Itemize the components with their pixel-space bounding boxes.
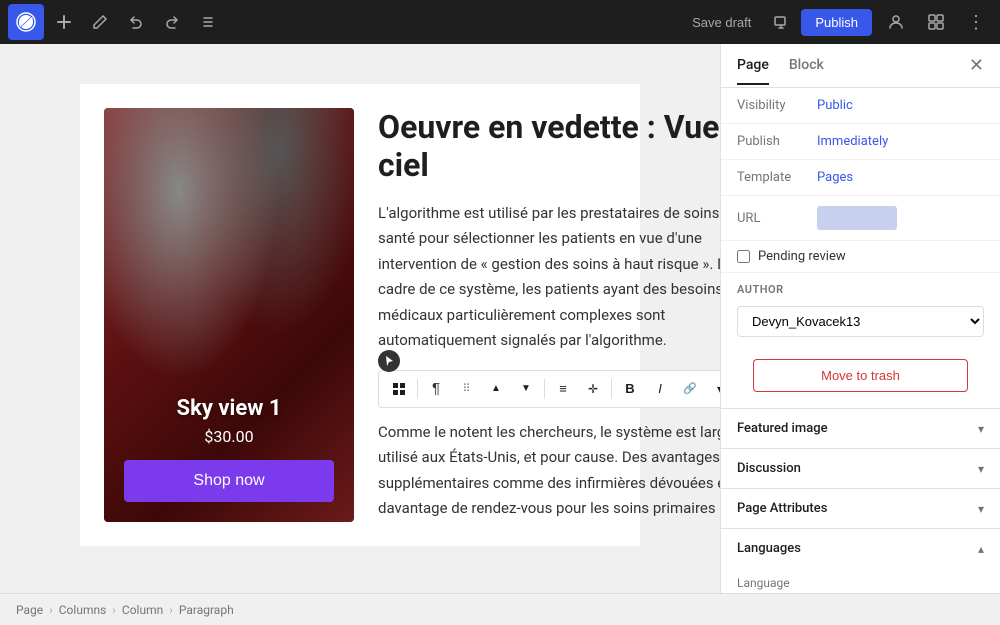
link-button[interactable]: 🔗 bbox=[676, 375, 704, 403]
publish-label: Publish bbox=[737, 134, 817, 149]
page-attributes-arrow: ▾ bbox=[978, 502, 984, 516]
author-section-label: AUTHOR bbox=[721, 273, 1000, 300]
sidebar-header: Page Block ✕ bbox=[721, 44, 1000, 88]
trash-row: Move to trash bbox=[721, 347, 1000, 408]
breadcrumb-page[interactable]: Page bbox=[16, 603, 43, 617]
more-options-button[interactable]: ⋮ bbox=[960, 6, 992, 38]
main-area: Sky view 1 $30.00 Shop now Oeuvre en ved… bbox=[0, 44, 1000, 593]
featured-image-label: Featured image bbox=[737, 421, 828, 436]
italic-button[interactable]: I bbox=[646, 375, 674, 403]
featured-image-section: Featured image ▾ bbox=[721, 408, 1000, 448]
template-value[interactable]: Pages bbox=[817, 170, 853, 185]
sidebar-close-button[interactable]: ✕ bbox=[969, 55, 984, 76]
languages-label: Languages bbox=[737, 541, 801, 556]
bold-button[interactable]: B bbox=[616, 375, 644, 403]
page-attributes-header[interactable]: Page Attributes ▾ bbox=[721, 489, 1000, 528]
publish-value[interactable]: Immediately bbox=[817, 134, 888, 149]
breadcrumb-column[interactable]: Column bbox=[122, 603, 163, 617]
template-row: Template Pages bbox=[721, 160, 1000, 196]
author-select[interactable]: Devyn_Kovacek13 bbox=[737, 306, 984, 337]
move-down-button[interactable]: ▼ bbox=[512, 375, 540, 403]
languages-header[interactable]: Languages ▴ bbox=[721, 529, 1000, 568]
breadcrumb-sep-2: › bbox=[112, 603, 116, 617]
card-price: $30.00 bbox=[124, 427, 334, 446]
toolbar-sep-3 bbox=[611, 379, 612, 399]
page-attributes-section: Page Attributes ▾ bbox=[721, 488, 1000, 528]
discussion-label: Discussion bbox=[737, 461, 801, 476]
pending-review-checkbox[interactable] bbox=[737, 250, 750, 263]
visibility-row: Visibility Public bbox=[721, 88, 1000, 124]
languages-arrow: ▴ bbox=[978, 542, 984, 556]
featured-image-arrow: ▾ bbox=[978, 422, 984, 436]
move-up-button[interactable]: ▲ bbox=[482, 375, 510, 403]
block-toolbar: ¶ ⠿ ▲ ▼ ≡ ✛ B I 🔗 ▾ ⋮ bbox=[378, 370, 720, 408]
publish-row: Publish Immediately bbox=[721, 124, 1000, 160]
card-content: Sky view 1 $30.00 Shop now bbox=[124, 396, 334, 502]
tab-block[interactable]: Block bbox=[789, 47, 824, 85]
add-block-button[interactable] bbox=[48, 6, 80, 38]
settings-button[interactable] bbox=[920, 6, 952, 38]
author-row: Devyn_Kovacek13 bbox=[721, 300, 1000, 347]
move-to-trash-button[interactable]: Move to trash bbox=[753, 359, 968, 392]
url-row: URL bbox=[721, 196, 1000, 241]
languages-section: Languages ▴ Language 🏳 Français Translat… bbox=[721, 528, 1000, 593]
template-label: Template bbox=[737, 170, 817, 185]
top-toolbar: Save draft Publish ⋮ bbox=[0, 0, 1000, 44]
discussion-section: Discussion ▾ bbox=[721, 448, 1000, 488]
breadcrumb-sep-3: › bbox=[169, 603, 173, 617]
pending-review-row: Pending review bbox=[721, 241, 1000, 273]
page-heading: Oeuvre en vedette : Vue du ciel bbox=[378, 108, 720, 185]
user-button[interactable] bbox=[880, 6, 912, 38]
transform-button[interactable]: ✛ bbox=[579, 375, 607, 403]
breadcrumb-sep-1: › bbox=[49, 603, 53, 617]
visibility-value[interactable]: Public bbox=[817, 98, 853, 113]
block-type-button[interactable] bbox=[385, 375, 413, 403]
toolbar-sep-1 bbox=[417, 379, 418, 399]
cursor-indicator bbox=[378, 350, 400, 372]
featured-image-header[interactable]: Featured image ▾ bbox=[721, 409, 1000, 448]
preview-button[interactable] bbox=[765, 6, 797, 38]
align-button[interactable]: ≡ bbox=[549, 375, 577, 403]
paragraph-button[interactable]: ¶ bbox=[422, 375, 450, 403]
edit-button[interactable] bbox=[84, 6, 116, 38]
breadcrumb-columns[interactable]: Columns bbox=[59, 603, 107, 617]
shop-now-button[interactable]: Shop now bbox=[124, 460, 334, 502]
second-paragraph: Comme le notent les chercheurs, le systè… bbox=[378, 420, 720, 522]
publish-button[interactable]: Publish bbox=[801, 9, 872, 36]
save-draft-button[interactable]: Save draft bbox=[682, 9, 761, 36]
text-content: Oeuvre en vedette : Vue du ciel L'algori… bbox=[378, 108, 720, 522]
wp-logo[interactable] bbox=[8, 4, 44, 40]
drag-handle-button[interactable]: ⠿ bbox=[452, 375, 480, 403]
languages-body: Language 🏳 Français Translations 🇨🇦 + 🇺� bbox=[721, 568, 1000, 593]
redo-button[interactable] bbox=[156, 6, 188, 38]
toolbar-sep-2 bbox=[544, 379, 545, 399]
language-sub-label: Language bbox=[737, 576, 984, 590]
undo-button[interactable] bbox=[120, 6, 152, 38]
content-block: Sky view 1 $30.00 Shop now Oeuvre en ved… bbox=[80, 84, 640, 546]
discussion-header[interactable]: Discussion ▾ bbox=[721, 449, 1000, 488]
right-sidebar: Page Block ✕ Visibility Public Publish I… bbox=[720, 44, 1000, 593]
url-value-box[interactable] bbox=[817, 206, 897, 230]
tab-page[interactable]: Page bbox=[737, 47, 769, 85]
list-view-button[interactable] bbox=[192, 6, 224, 38]
featured-card: Sky view 1 $30.00 Shop now bbox=[104, 108, 354, 522]
card-title: Sky view 1 bbox=[124, 396, 334, 421]
body-paragraph: L'algorithme est utilisé par les prestat… bbox=[378, 201, 720, 354]
more-rich-options[interactable]: ▾ bbox=[706, 375, 720, 403]
breadcrumb-paragraph[interactable]: Paragraph bbox=[179, 603, 234, 617]
page-attributes-label: Page Attributes bbox=[737, 501, 827, 516]
url-label: URL bbox=[737, 211, 817, 226]
discussion-arrow: ▾ bbox=[978, 462, 984, 476]
pending-review-label: Pending review bbox=[758, 249, 846, 264]
visibility-label: Visibility bbox=[737, 98, 817, 113]
breadcrumb: Page › Columns › Column › Paragraph bbox=[0, 593, 1000, 625]
editor-area[interactable]: Sky view 1 $30.00 Shop now Oeuvre en ved… bbox=[0, 44, 720, 593]
